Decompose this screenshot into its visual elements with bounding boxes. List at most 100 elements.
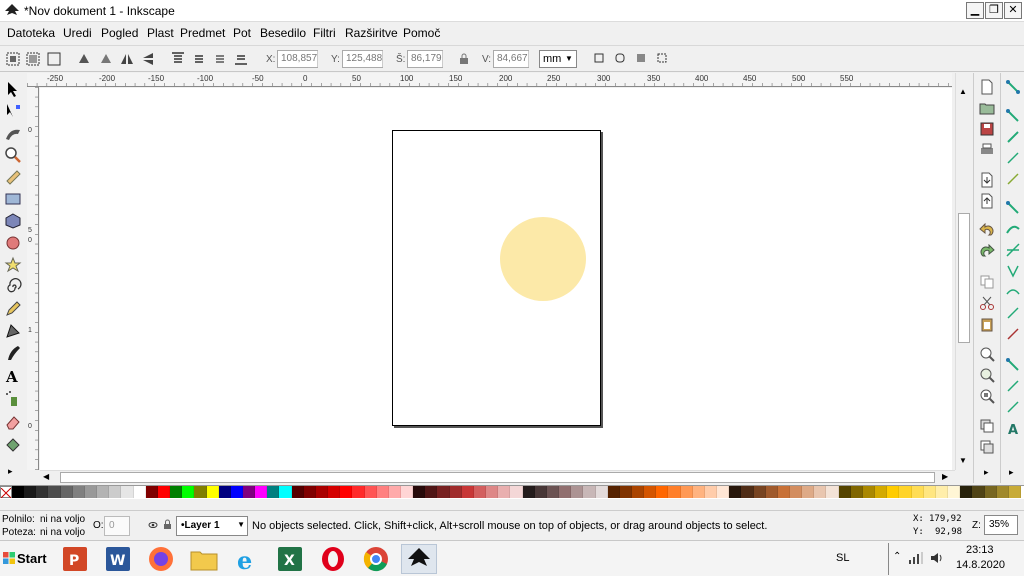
color-swatch[interactable] [340,486,353,498]
horizontal-scroll-thumb[interactable] [60,472,935,483]
menu-filters[interactable]: Filtri [313,26,336,40]
color-swatch[interactable] [729,486,742,498]
color-swatch[interactable] [133,486,146,498]
color-swatch[interactable] [242,486,256,498]
color-swatch[interactable] [814,486,827,498]
3d-box-tool-icon[interactable] [4,212,22,230]
color-swatch[interactable] [315,486,329,498]
color-swatch[interactable] [437,486,450,498]
unit-select[interactable]: mm ▼ [539,50,577,68]
color-swatch[interactable] [704,486,718,498]
snap-nodes-icon[interactable] [1005,200,1021,216]
snap-bbox-icon[interactable] [1005,108,1021,124]
color-swatch[interactable] [522,486,535,498]
calligraphy-tool-icon[interactable] [4,344,22,362]
color-swatch[interactable] [303,486,316,498]
color-swatch[interactable] [948,486,961,498]
color-swatch[interactable] [157,486,171,498]
color-swatch[interactable] [960,486,973,498]
color-swatch[interactable] [279,486,292,498]
undo-icon[interactable] [979,223,995,239]
snap-enable-icon[interactable] [1005,79,1021,95]
snap-cusp-icon[interactable] [1005,263,1021,279]
lower-to-bottom-icon[interactable] [233,51,249,67]
vertical-scroll-thumb[interactable] [958,213,970,343]
selector-tool-icon[interactable] [4,80,22,98]
new-document-icon[interactable] [979,79,995,95]
toolbox-more-icon[interactable]: ▸ [8,466,13,477]
open-folder-icon[interactable] [979,100,995,116]
color-swatch[interactable] [668,486,681,498]
color-swatch[interactable] [826,486,839,498]
maximize-button[interactable]: ❐ [985,2,1003,19]
color-swatch[interactable] [935,486,949,498]
save-icon[interactable] [979,121,995,137]
snap-center-icon[interactable] [1005,326,1021,342]
color-swatch[interactable] [790,486,803,498]
menu-text[interactable]: Besedilo [260,26,306,40]
export-icon[interactable] [979,193,995,209]
menu-layer[interactable]: Plast [147,26,174,40]
chrome-icon[interactable] [358,544,394,574]
cut-icon[interactable] [979,295,995,311]
color-swatch[interactable] [72,486,85,498]
color-swatch[interactable] [619,486,632,498]
zoom-tool-icon[interactable] [4,146,22,164]
text-tool-icon[interactable]: A [4,367,22,385]
snap-text-icon[interactable]: A [1005,420,1021,436]
scroll-down-icon[interactable]: ▼ [959,456,967,465]
fill-value[interactable]: ni na voljo [40,514,85,525]
color-swatch[interactable] [972,486,985,498]
star-tool-icon[interactable] [4,256,22,274]
color-palette[interactable] [0,485,1024,499]
snap-smooth-icon[interactable] [1005,284,1021,300]
zoom-field[interactable]: 35% [984,515,1018,535]
deselect-icon[interactable] [46,51,62,67]
menu-help[interactable]: Pomoč [403,26,440,40]
color-swatch[interactable] [631,486,645,498]
flip-vertical-icon[interactable] [140,51,156,67]
color-swatch[interactable] [692,486,705,498]
scale-corners-icon[interactable] [613,51,629,67]
color-swatch[interactable] [875,486,888,498]
color-swatch[interactable] [607,486,620,498]
language-indicator[interactable]: SL [836,552,849,564]
scale-stroke-icon[interactable] [592,51,608,67]
color-swatch[interactable] [911,486,924,498]
transform-gradients-icon[interactable] [634,51,650,67]
menu-object[interactable]: Predmet [180,26,225,40]
zoom-drawing-icon[interactable] [979,367,995,383]
firefox-icon[interactable] [143,544,179,574]
opacity-spinbox[interactable]: 0 [104,516,130,536]
color-swatch[interactable] [984,486,997,498]
flip-horizontal-icon[interactable] [119,51,135,67]
transform-patterns-icon[interactable] [655,51,671,67]
color-swatch[interactable] [352,486,365,498]
copy-icon[interactable] [979,274,995,290]
color-swatch[interactable] [461,486,474,498]
color-swatch[interactable] [717,486,730,498]
snap-bbox-edge-icon[interactable] [1005,129,1021,145]
menu-view[interactable]: Pogled [101,26,138,40]
scroll-right-icon[interactable]: ▶ [942,472,948,481]
snap-path-icon[interactable] [1005,221,1021,237]
color-swatch[interactable] [862,486,876,498]
select-all-icon[interactable] [5,51,21,67]
snap-bbox-corner-icon[interactable] [1005,150,1021,166]
color-swatch[interactable] [546,486,560,498]
color-swatch[interactable] [388,486,401,498]
zoom-page-icon[interactable] [979,388,995,404]
color-swatch[interactable] [218,486,231,498]
scroll-left-icon[interactable]: ◀ [43,472,49,481]
minimize-button[interactable]: ▁ [966,2,984,19]
color-swatch[interactable] [97,486,110,498]
color-swatch[interactable] [777,486,790,498]
color-swatch[interactable] [413,486,426,498]
vertical-scrollbar[interactable]: ▲ ▼ [955,73,971,470]
color-swatch[interactable] [473,486,487,498]
scroll-up-icon[interactable]: ▲ [959,87,967,96]
menu-extensions[interactable]: Razširitve [345,26,398,40]
no-paint-swatch[interactable] [0,486,12,499]
tweak-tool-icon[interactable] [4,124,22,142]
color-swatch[interactable] [571,486,584,498]
